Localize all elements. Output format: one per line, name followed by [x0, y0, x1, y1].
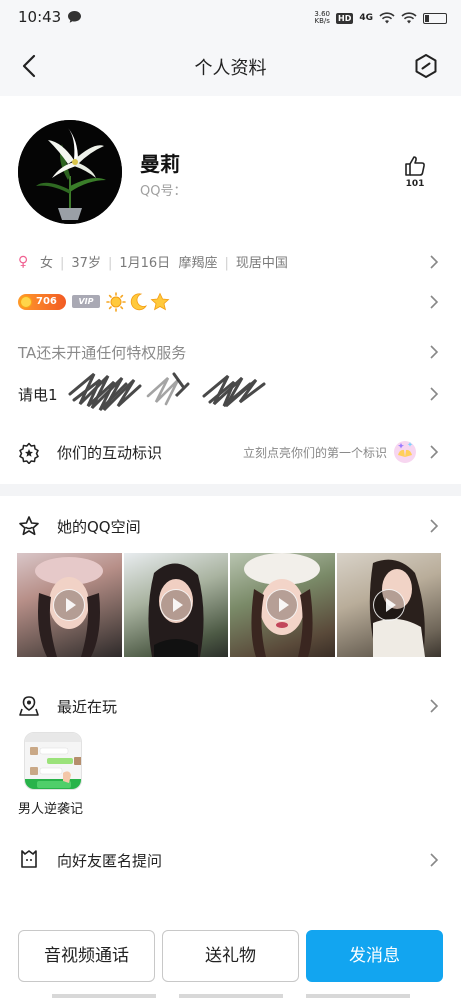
more-options-icon[interactable] [413, 53, 439, 79]
chevron-right-icon [430, 519, 439, 533]
play-icon[interactable] [53, 589, 86, 621]
page-title: 个人资料 [194, 58, 267, 79]
section-divider [0, 484, 461, 496]
chevron-right-icon [430, 255, 439, 269]
female-icon: ♀ [18, 254, 29, 270]
status-bar: 10:43 3.60 KB/s HD 4G [0, 0, 461, 36]
audio-video-call-button[interactable]: 音视频通话 [18, 930, 155, 982]
avatar[interactable] [18, 120, 122, 224]
chevron-right-icon [430, 853, 439, 867]
level-icons [106, 292, 170, 312]
qq-number-label: QQ号： [140, 184, 187, 199]
chevron-right-icon [430, 387, 439, 401]
sparkle-hands-icon [394, 441, 416, 463]
chevron-right-icon [430, 699, 439, 713]
qzone-row[interactable]: 她的QQ空间 [0, 508, 461, 544]
hd-badge: HD [336, 12, 354, 24]
vip-badge: VIP [72, 295, 100, 308]
nav-indicator [52, 994, 156, 998]
status-time: 10:43 [18, 8, 62, 26]
redaction-scribble [68, 372, 266, 412]
game-name: 男人逆袭记 [18, 802, 84, 817]
qzone-label: 她的QQ空间 [57, 518, 141, 536]
chevron-right-icon [430, 445, 439, 459]
star-icon [150, 292, 170, 311]
wifi-icon [401, 12, 417, 24]
play-icon[interactable] [372, 589, 405, 621]
level-badges-row[interactable]: 706 VIP [0, 284, 461, 320]
nav-indicator [179, 994, 283, 998]
battery-icon [423, 12, 447, 24]
lily-avatar-image [18, 120, 122, 224]
game-pin-icon [19, 696, 39, 716]
message-notification-icon [68, 11, 81, 23]
nickname: 曼莉 [140, 152, 180, 176]
interaction-marks-row[interactable]: 你们的互动标识 立刻点亮你们的第一个标识 [0, 432, 461, 474]
interaction-hint: 立刻点亮你们的第一个标识 [242, 446, 387, 460]
qzone-star-icon [19, 516, 39, 536]
bottom-action-bar: 音视频通话 送礼物 发消息 [0, 928, 461, 984]
signature-text: 请电1 [18, 386, 58, 404]
basic-info-row[interactable]: ♀ 女 | 37岁 | 1月16日 摩羯座 | 现居中国 [0, 244, 461, 280]
profile-header: 曼莉 QQ号： 101 [0, 96, 461, 236]
moon-icon [130, 293, 147, 311]
play-icon[interactable] [159, 589, 192, 621]
recently-playing-row[interactable]: 最近在玩 [0, 688, 461, 724]
level-badge: 706 [18, 294, 66, 310]
signal-4g-icon: 4G [359, 13, 373, 23]
send-message-button[interactable]: 发消息 [306, 930, 443, 982]
qzone-video-thumbnail[interactable] [123, 553, 228, 657]
privilege-text: TA还未开通任何特权服务 [18, 344, 187, 362]
anonymous-question-label: 向好友匿名提问 [57, 852, 163, 870]
qzone-video-thumbnail[interactable] [336, 553, 441, 657]
nav-indicator [306, 994, 410, 998]
game-thumbnail[interactable] [24, 732, 82, 790]
sun-icon [106, 292, 126, 312]
nav-bar: 个人资料 [0, 36, 461, 96]
qzone-photo-strip [17, 553, 441, 657]
play-icon[interactable] [266, 589, 299, 621]
qzone-video-thumbnail[interactable] [230, 553, 335, 657]
chevron-right-icon [430, 295, 439, 309]
network-speed: 3.60 KB/s [314, 10, 330, 25]
basic-info-text: 女 | 37岁 | 1月16日 摩羯座 | 现居中国 [40, 256, 288, 271]
privilege-row[interactable]: TA还未开通任何特权服务 [0, 334, 461, 370]
send-gift-button[interactable]: 送礼物 [162, 930, 299, 982]
anonymous-question-icon [21, 850, 37, 868]
interaction-label: 你们的互动标识 [57, 444, 163, 462]
like-count: 101 [405, 179, 425, 189]
anonymous-question-row[interactable]: 向好友匿名提问 [0, 842, 461, 878]
recently-playing-label: 最近在玩 [57, 698, 118, 716]
signature-row[interactable]: 请电1 [0, 372, 461, 412]
wifi-icon [379, 12, 395, 24]
status-icons: 3.60 KB/s HD 4G [314, 9, 447, 27]
chevron-right-icon [430, 345, 439, 359]
interaction-badge-icon [19, 442, 39, 464]
qzone-video-thumbnail[interactable] [17, 553, 122, 657]
like-thumb-icon[interactable] [403, 154, 427, 178]
